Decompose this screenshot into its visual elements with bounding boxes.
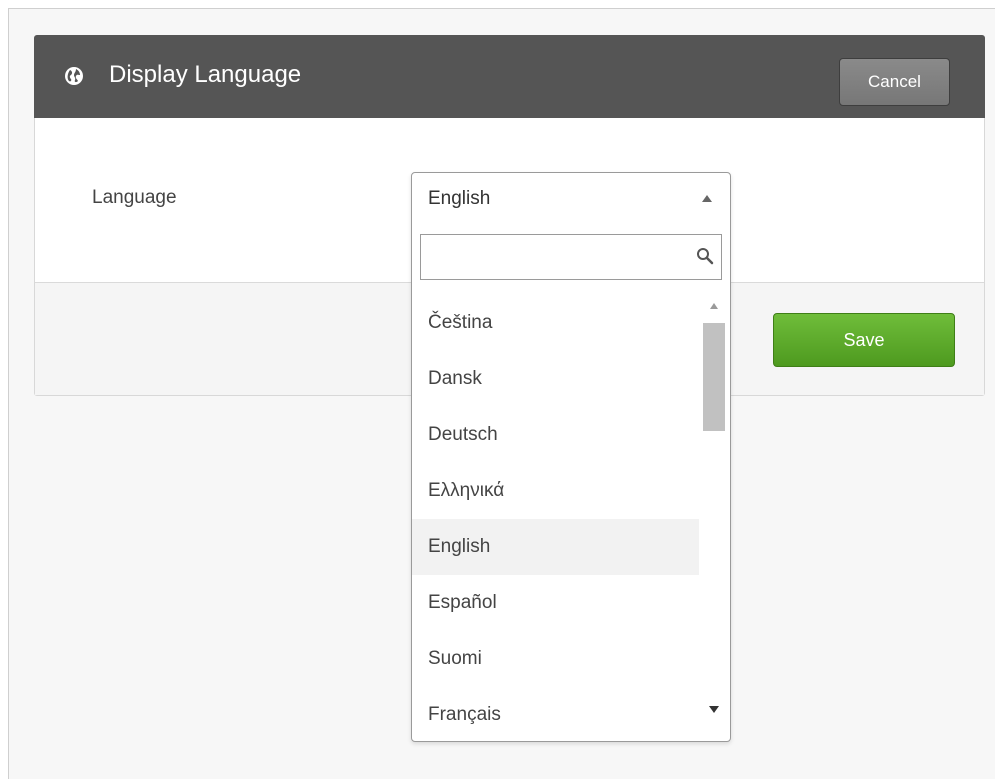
language-option[interactable]: Suomi <box>412 631 699 687</box>
panel-title: Display Language <box>109 61 302 88</box>
language-option[interactable]: Ελληνικά <box>412 463 699 519</box>
language-options-list: Čeština Dansk Deutsch Ελληνικά English E… <box>412 295 699 739</box>
language-search-input[interactable] <box>421 235 683 279</box>
language-label: Language <box>92 187 177 208</box>
options-scrollbar[interactable] <box>702 295 726 737</box>
language-search-field[interactable] <box>420 234 722 280</box>
cancel-button[interactable]: Cancel <box>839 58 950 106</box>
save-button[interactable]: Save <box>773 313 955 367</box>
globe-icon <box>65 67 83 85</box>
language-option[interactable]: Deutsch <box>412 407 699 463</box>
language-select[interactable]: English Čeština Dansk Deutsch Ελληνικά E… <box>411 172 731 742</box>
language-option[interactable]: Dansk <box>412 351 699 407</box>
chevron-up-icon[interactable] <box>702 195 712 202</box>
language-option[interactable]: Español <box>412 575 699 631</box>
language-option[interactable]: Français <box>412 687 699 739</box>
search-icon <box>697 248 714 265</box>
language-option[interactable]: Čeština <box>412 295 699 351</box>
language-select-value[interactable]: English <box>428 188 490 210</box>
scroll-up-icon[interactable] <box>710 303 718 309</box>
panel-header: Display Language Cancel <box>34 35 985 118</box>
scrollbar-thumb[interactable] <box>703 323 725 431</box>
language-option-highlighted[interactable]: English <box>412 519 699 575</box>
scroll-down-icon[interactable] <box>709 706 719 713</box>
